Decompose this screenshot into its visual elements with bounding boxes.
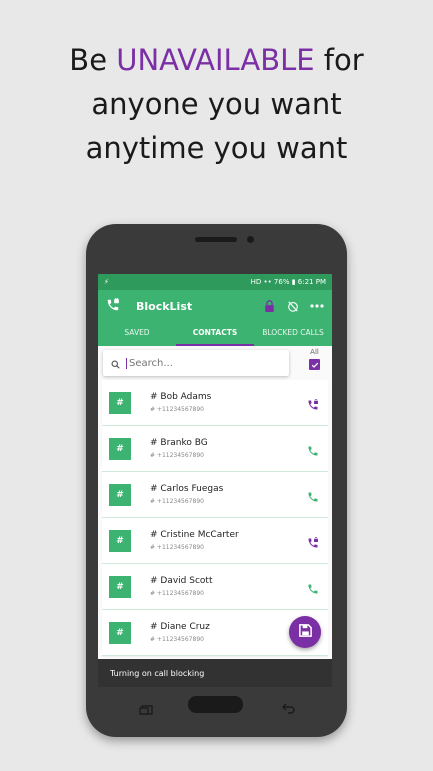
tab-blocked-calls[interactable]: BLOCKED CALLS xyxy=(254,322,332,346)
contact-name: # Carlos Fuegas xyxy=(150,484,224,494)
home-button[interactable] xyxy=(188,696,243,713)
phone-camera xyxy=(247,236,254,243)
alarm-off-icon[interactable] xyxy=(286,299,300,313)
call-icon[interactable] xyxy=(307,488,321,502)
headline-line-1: Be UNAVAILABLE for xyxy=(69,43,364,77)
contact-name: # Branko BG xyxy=(150,438,208,448)
app-title: BlockList xyxy=(136,299,193,313)
blocked-call-icon[interactable] xyxy=(307,534,321,548)
search-row: All xyxy=(98,346,332,380)
headline-line-3: anytime you want xyxy=(85,131,348,165)
contact-avatar: # xyxy=(109,437,131,460)
status-bar: ⚡ HD •• 76% ▮ 6:21 PM xyxy=(98,274,332,290)
contact-name: # Bob Adams xyxy=(150,392,212,402)
contact-name: # David Scott xyxy=(150,576,213,586)
contact-number: # +11234567890 xyxy=(150,452,204,459)
tab-saved[interactable]: SAVED xyxy=(98,322,176,346)
status-bar-right: HD •• 76% ▮ 6:21 PM xyxy=(250,278,326,286)
contact-list: # # Bob Adams # +11234567890 # # Branko B… xyxy=(98,380,332,656)
call-icon[interactable] xyxy=(307,580,321,594)
call-icon[interactable] xyxy=(307,442,321,456)
blocked-call-icon[interactable] xyxy=(307,396,321,410)
contact-row[interactable]: # # Carlos Fuegas # +11234567890 xyxy=(102,472,328,518)
contact-avatar: # xyxy=(109,529,131,552)
phone-nav-bar xyxy=(86,692,347,718)
contact-row[interactable]: # # Bob Adams # +11234567890 xyxy=(102,380,328,426)
contact-avatar: # xyxy=(109,621,131,644)
select-all-label: All xyxy=(310,348,319,356)
more-options-icon[interactable] xyxy=(310,299,324,313)
contact-number: # +11234567890 xyxy=(150,544,204,551)
snackbar: Turning on call blocking xyxy=(98,659,332,687)
tab-contacts[interactable]: CONTACTS xyxy=(176,322,254,346)
contact-avatar: # xyxy=(109,391,131,414)
save-icon xyxy=(298,623,313,642)
phone-screen: ⚡ HD •• 76% ▮ 6:21 PM BlockList SAVED CO… xyxy=(98,274,332,687)
contact-name: # Diane Cruz xyxy=(150,622,210,632)
headline-line-2: anyone you want xyxy=(91,87,342,121)
save-fab-button[interactable] xyxy=(289,616,321,648)
status-bar-left: ⚡ xyxy=(104,278,109,286)
contact-number: # +11234567890 xyxy=(150,636,204,643)
contact-number: # +11234567890 xyxy=(150,498,204,505)
search-input[interactable] xyxy=(126,357,266,369)
search-icon xyxy=(111,354,120,373)
phone-frame: ⚡ HD •• 76% ▮ 6:21 PM BlockList SAVED CO… xyxy=(86,224,347,737)
headline-accent: UNAVAILABLE xyxy=(116,43,315,77)
contact-row[interactable]: # # David Scott # +11234567890 xyxy=(102,564,328,610)
contact-avatar: # xyxy=(109,575,131,598)
select-all[interactable]: All xyxy=(309,348,320,370)
blocked-phone-icon xyxy=(106,297,120,316)
app-bar: BlockList xyxy=(98,290,332,322)
search-box xyxy=(103,350,289,376)
tab-bar: SAVED CONTACTS BLOCKED CALLS xyxy=(98,322,332,346)
headline: Be UNAVAILABLE for anyone you want anyti… xyxy=(0,38,433,170)
back-icon[interactable] xyxy=(282,699,296,718)
contact-row[interactable]: # # Branko BG # +11234567890 xyxy=(102,426,328,472)
phone-speaker xyxy=(195,237,237,242)
select-all-checkbox[interactable] xyxy=(309,359,320,370)
contact-number: # +11234567890 xyxy=(150,406,204,413)
contact-row[interactable]: # # Cristine McCarter # +11234567890 xyxy=(102,518,328,564)
recent-apps-icon[interactable] xyxy=(139,700,153,719)
contact-avatar: # xyxy=(109,483,131,506)
contact-name: # Cristine McCarter xyxy=(150,530,239,540)
contact-number: # +11234567890 xyxy=(150,590,204,597)
lock-icon[interactable] xyxy=(262,299,276,313)
